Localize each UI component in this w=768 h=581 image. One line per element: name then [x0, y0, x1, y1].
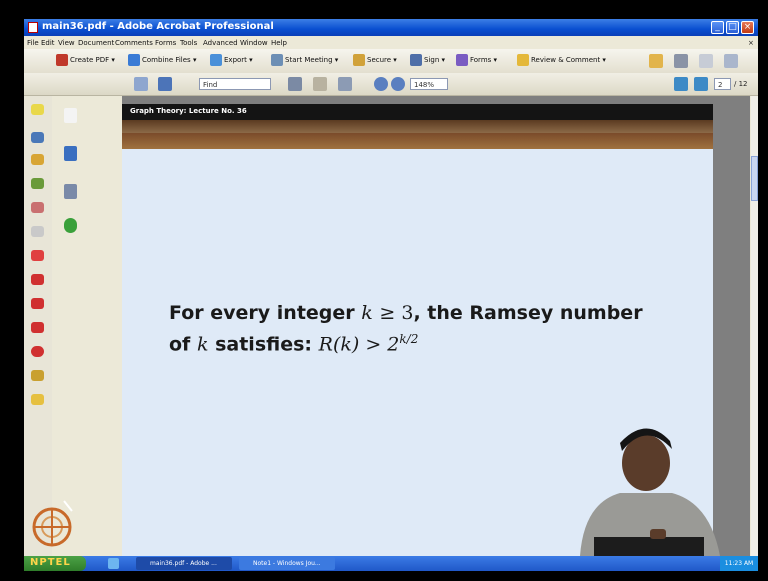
scrollbar-thumb[interactable]	[751, 156, 758, 201]
pushpin-icon[interactable]	[31, 394, 44, 405]
menu-document[interactable]: Document	[78, 39, 114, 47]
menu-close-doc-icon[interactable]: ×	[748, 39, 754, 47]
menu-bar: File Edit View Document Comments Forms T…	[24, 36, 758, 49]
zoom-field[interactable]: 148%	[410, 78, 448, 90]
system-tray: 11:23 AM	[720, 556, 758, 571]
email-icon[interactable]	[699, 54, 713, 68]
taskbar-journal-button[interactable]: Note1 - Windows Jou...	[239, 557, 335, 570]
start-meeting-button[interactable]: Start Meeting ▾	[271, 54, 338, 68]
menu-edit[interactable]: Edit	[41, 39, 55, 47]
create-pdf-button[interactable]: Create PDF ▾	[56, 54, 115, 68]
lecture-header: Graph Theory: Lecture No. 36	[122, 104, 713, 120]
how-to-icon[interactable]	[64, 218, 77, 233]
zoom-out-icon[interactable]	[374, 77, 388, 91]
page-display-icon[interactable]	[724, 54, 738, 68]
menu-window[interactable]: Window	[240, 39, 268, 47]
line-icon[interactable]	[31, 298, 44, 309]
menu-view[interactable]: View	[58, 39, 75, 47]
save-icon[interactable]	[134, 77, 148, 91]
pencil-icon[interactable]	[31, 370, 44, 381]
close-button[interactable]: ×	[741, 21, 754, 34]
minimize-button[interactable]: _	[711, 21, 724, 34]
ramsey-formula: R(k) > 2	[318, 333, 400, 356]
pen-icon	[410, 54, 422, 66]
find-input[interactable]: Find	[199, 78, 271, 90]
taskbar: NPTEL main36.pdf - Adobe ... Note1 - Win…	[24, 556, 758, 571]
text-box-icon[interactable]	[31, 226, 44, 237]
text-edit-icon[interactable]	[31, 132, 44, 143]
presenter-video	[580, 428, 720, 556]
menu-comments[interactable]: Comments	[115, 39, 153, 47]
sticky-note-icon[interactable]	[31, 104, 44, 115]
acrobat-window: main36.pdf - Adobe Acrobat Professional …	[24, 19, 758, 571]
lock-icon	[353, 54, 365, 66]
review-comment-button[interactable]: Review & Comment ▾	[517, 54, 606, 68]
acrobat-app-icon	[28, 22, 38, 33]
next-page-icon[interactable]	[694, 77, 708, 91]
previous-page-icon[interactable]	[674, 77, 688, 91]
menu-forms[interactable]: Forms	[155, 39, 176, 47]
stamp-icon[interactable]	[31, 154, 44, 165]
sign-button[interactable]: Sign ▾	[410, 54, 445, 68]
comment-icon	[517, 54, 529, 66]
rectangle-icon[interactable]	[31, 322, 44, 333]
combine-files-button[interactable]: Combine Files ▾	[128, 54, 196, 68]
bookmarks-icon[interactable]	[64, 146, 77, 161]
hand-tool-icon[interactable]	[313, 77, 327, 91]
zoom-tool-icon[interactable]	[338, 77, 352, 91]
highlight-icon[interactable]	[31, 178, 44, 189]
header-band-lower	[122, 133, 713, 149]
quick-launch-icon[interactable]	[108, 558, 119, 569]
meeting-icon	[271, 54, 283, 66]
window-title: main36.pdf - Adobe Acrobat Professional	[42, 21, 274, 32]
cloud-icon[interactable]	[31, 250, 44, 261]
navigation-toolbar: Find 148% 2 / 12	[24, 73, 758, 96]
signatures-icon[interactable]	[64, 184, 77, 199]
comment-tools-strip	[24, 96, 52, 556]
tasks-toolbar: Create PDF ▾ Combine Files ▾ Export ▾ St…	[24, 49, 758, 73]
page-total: / 12	[734, 80, 748, 88]
start-button[interactable]: NPTEL	[24, 556, 86, 571]
select-tool-icon[interactable]	[288, 77, 302, 91]
callout-icon[interactable]	[31, 202, 44, 213]
secure-button[interactable]: Secure ▾	[353, 54, 397, 68]
zoom-in-icon[interactable]	[391, 77, 405, 91]
start-label: NPTEL	[30, 557, 71, 568]
pages-icon[interactable]	[64, 108, 77, 123]
oval-icon[interactable]	[31, 346, 44, 357]
menu-advanced[interactable]: Advanced	[203, 39, 238, 47]
nptel-logo-watermark	[32, 500, 73, 547]
print-icon[interactable]	[674, 54, 688, 68]
menu-tools[interactable]: Tools	[180, 39, 197, 47]
header-band	[122, 120, 713, 133]
create-pdf-icon	[56, 54, 68, 66]
formula-exponent: k/2	[399, 332, 419, 346]
arrow-icon[interactable]	[31, 274, 44, 285]
combine-files-icon	[128, 54, 140, 66]
fit-page-icon[interactable]	[158, 77, 172, 91]
maximize-button[interactable]: □	[726, 21, 739, 34]
page-number-input[interactable]: 2	[714, 78, 731, 90]
lecture-title: Graph Theory: Lecture No. 36	[130, 107, 247, 115]
title-bar: main36.pdf - Adobe Acrobat Professional …	[24, 19, 758, 36]
navigation-pane	[52, 96, 123, 556]
export-icon	[210, 54, 222, 66]
clock: 11:23 AM	[724, 560, 754, 567]
taskbar-acrobat-button[interactable]: main36.pdf - Adobe ...	[136, 557, 232, 570]
menu-help[interactable]: Help	[271, 39, 287, 47]
forms-icon	[456, 54, 468, 66]
forms-button[interactable]: Forms ▾	[456, 54, 497, 68]
menu-file[interactable]: File	[27, 39, 39, 47]
export-button[interactable]: Export ▾	[210, 54, 253, 68]
theorem-text: For every integer k ≥ 3, the Ramsey numb…	[169, 302, 643, 356]
open-folder-icon[interactable]	[649, 54, 663, 68]
